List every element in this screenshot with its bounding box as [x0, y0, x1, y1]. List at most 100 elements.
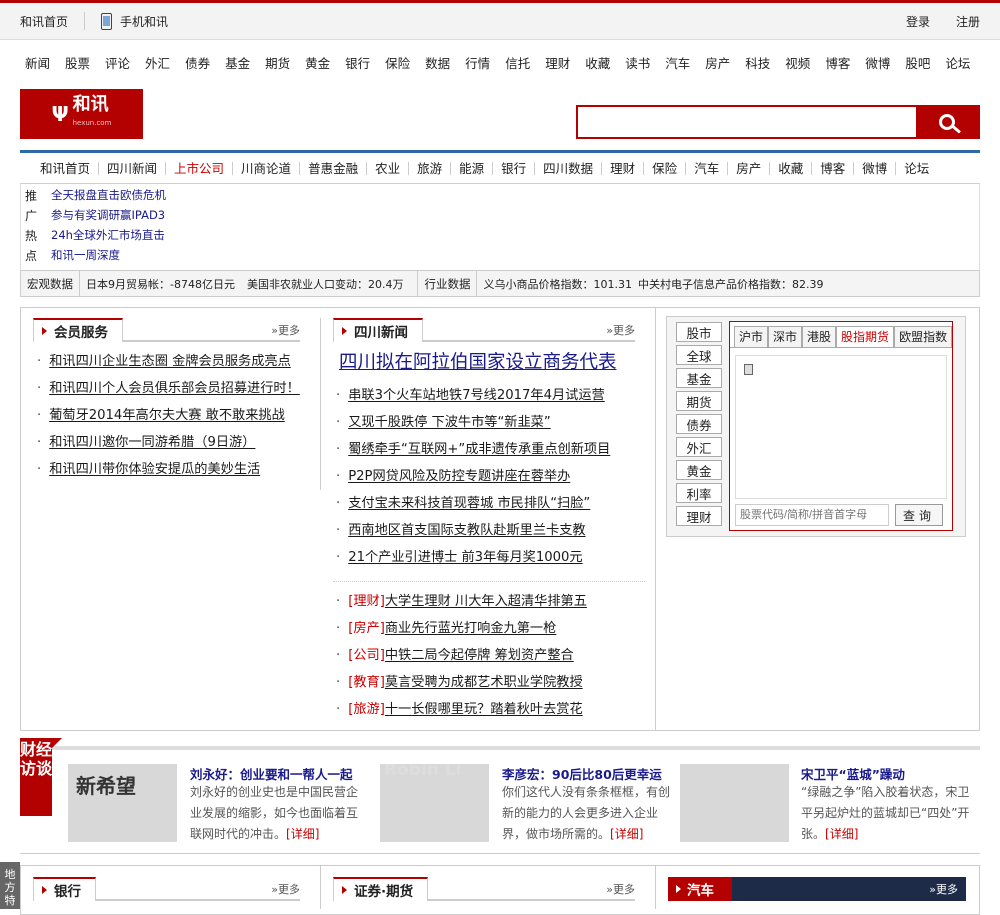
securities-tab[interactable]: 证券·期货: [333, 877, 429, 901]
main-nav-item[interactable]: 数据: [425, 53, 450, 72]
sub-nav-item[interactable]: 博客: [812, 161, 855, 175]
bank-tab[interactable]: 银行: [33, 877, 96, 901]
market-tab[interactable]: 沪市: [734, 326, 769, 347]
news-item[interactable]: 21个产业引进博士 前3年每月奖1000元: [336, 544, 610, 571]
news-item[interactable]: 蜀绣牵手“互联网+”成非遗传承重点创新项目: [336, 436, 610, 463]
main-nav-item[interactable]: 期货: [265, 53, 290, 72]
hexun-logo[interactable]: Ψ 和讯 hexun.com: [20, 89, 143, 139]
auto-tab[interactable]: 汽车: [668, 877, 732, 901]
member-item[interactable]: 和讯四川企业生态圈 金牌会员服务成亮点: [37, 348, 300, 375]
news-title[interactable]: 十一长假哪里玩？踏着秋叶去赏花: [385, 702, 583, 717]
news-headline[interactable]: 四川拟在阿拉伯国家设立商务代表: [339, 348, 617, 374]
main-nav-item[interactable]: 行情: [465, 53, 490, 72]
market-button[interactable]: 理财: [676, 506, 722, 526]
news-title[interactable]: 商业先行蓝光打响金九第一枪: [385, 621, 556, 636]
news-title[interactable]: 大学生理财 川大年入超清华排第五: [385, 594, 587, 609]
sub-nav-item[interactable]: 上市公司: [166, 161, 234, 175]
market-tab[interactable]: 欧盟指数: [894, 326, 953, 347]
stock-query-input[interactable]: [735, 504, 889, 526]
news-item[interactable]: 西南地区首支国际支教队赴斯里兰卡支教: [336, 517, 610, 544]
sub-nav-item[interactable]: 理财: [602, 161, 645, 175]
interview-title[interactable]: 宋卫平“蓝城”躁动: [801, 764, 905, 783]
main-nav-item[interactable]: 股票: [65, 53, 90, 72]
sub-nav-item[interactable]: 旅游: [409, 161, 452, 175]
market-button[interactable]: 期货: [676, 391, 722, 411]
market-button[interactable]: 外汇: [676, 437, 722, 457]
main-nav-item[interactable]: 股吧: [905, 53, 930, 72]
more-link[interactable]: »更多: [271, 322, 300, 338]
sub-nav-item[interactable]: 收藏: [770, 161, 813, 175]
home-link[interactable]: 和讯首页: [20, 13, 68, 30]
sub-nav-item[interactable]: 房产: [728, 161, 771, 175]
promo-item[interactable]: 全天报盘直击欧债危机: [51, 185, 166, 205]
more-link[interactable]: »更多: [606, 881, 635, 897]
main-nav-item[interactable]: 读书: [625, 53, 650, 72]
main-nav-item[interactable]: 论坛: [945, 53, 970, 72]
main-nav-item[interactable]: 黄金: [305, 53, 330, 72]
detail-link[interactable]: [详细]: [286, 827, 319, 841]
main-nav-item[interactable]: 债券: [185, 53, 210, 72]
news-title[interactable]: 中铁二局今起停牌 筹划资产整合: [385, 648, 574, 663]
promo-item[interactable]: 参与有奖调研赢IPAD3: [51, 205, 166, 225]
mobile-link[interactable]: 手机和讯: [120, 13, 168, 30]
promo-item[interactable]: 和讯一周深度: [51, 245, 166, 265]
main-nav-item[interactable]: 微博: [865, 53, 890, 72]
tagged-news-item[interactable]: [公司]中铁二局今起停牌 筹划资产整合: [336, 642, 587, 669]
market-button[interactable]: 全球: [676, 345, 722, 365]
sub-nav-item[interactable]: 保险: [644, 161, 687, 175]
market-tab[interactable]: 股指期货: [836, 326, 895, 347]
news-category[interactable]: [理财]: [348, 588, 385, 615]
sub-nav-item[interactable]: 银行: [493, 161, 536, 175]
interview-title[interactable]: 刘永好：创业要和一帮人一起: [190, 764, 353, 783]
member-item[interactable]: 和讯四川个人会员俱乐部会员招募进行时！: [37, 375, 300, 402]
search-button[interactable]: [916, 107, 978, 137]
sub-nav-item[interactable]: 普惠金融: [300, 161, 368, 175]
sub-nav-item[interactable]: 和讯首页: [20, 161, 100, 175]
interview-photo[interactable]: Robin Li: [380, 764, 489, 842]
market-button[interactable]: 基金: [676, 368, 722, 388]
main-nav-item[interactable]: 汽车: [665, 53, 690, 72]
main-nav-item[interactable]: 外汇: [145, 53, 170, 72]
main-nav-item[interactable]: 博客: [825, 53, 850, 72]
news-category[interactable]: [旅游]: [348, 696, 385, 723]
market-button[interactable]: 股市: [676, 322, 722, 342]
sub-nav-item[interactable]: 四川数据: [535, 161, 603, 175]
main-nav-item[interactable]: 评论: [105, 53, 130, 72]
register-link[interactable]: 注册: [956, 13, 980, 30]
macro-data-item[interactable]: 日本9月贸易帐：-8748亿日元: [80, 276, 241, 292]
member-item[interactable]: 葡萄牙2014年高尔夫大赛 敢不敢来挑战: [37, 402, 300, 429]
sub-nav-item[interactable]: 能源: [451, 161, 494, 175]
detail-link[interactable]: [详细]: [825, 827, 858, 841]
more-link[interactable]: »更多: [271, 881, 300, 897]
industry-data-item[interactable]: 中关村电子信息产品价格指数：82.39: [638, 276, 830, 292]
sub-nav-item[interactable]: 汽车: [686, 161, 729, 175]
news-category[interactable]: [公司]: [348, 642, 385, 669]
main-nav-item[interactable]: 基金: [225, 53, 250, 72]
sub-nav-item[interactable]: 微博: [854, 161, 897, 175]
market-tab[interactable]: 深市: [768, 326, 803, 347]
tagged-news-item[interactable]: [旅游]十一长假哪里玩？踏着秋叶去赏花: [336, 696, 587, 723]
news-item[interactable]: 串联3个火车站地铁7号线2017年4月试运营: [336, 382, 610, 409]
news-item[interactable]: 支付宝未来科技首现蓉城 市民排队“扫脸”: [336, 490, 610, 517]
tagged-news-item[interactable]: [房产]商业先行蓝光打响金九第一枪: [336, 615, 587, 642]
promo-item[interactable]: 24h全球外汇市场直击: [51, 225, 166, 245]
main-nav-item[interactable]: 信托: [505, 53, 530, 72]
main-nav-item[interactable]: 银行: [345, 53, 370, 72]
interview-photo[interactable]: [680, 764, 789, 842]
sub-nav-item[interactable]: 农业: [367, 161, 410, 175]
industry-data-label[interactable]: 行业数据: [418, 271, 478, 296]
market-button[interactable]: 利率: [676, 483, 722, 503]
industry-data-item[interactable]: 义乌小商品价格指数：101.31: [477, 276, 638, 292]
main-nav-item[interactable]: 房产: [705, 53, 730, 72]
sub-nav-item[interactable]: 川商论道: [233, 161, 301, 175]
news-category[interactable]: [房产]: [348, 615, 385, 642]
market-button[interactable]: 债券: [676, 414, 722, 434]
member-item[interactable]: 和讯四川邀你一同游希腊（9日游）: [37, 429, 300, 456]
main-nav-item[interactable]: 理财: [545, 53, 570, 72]
main-nav-item[interactable]: 科技: [745, 53, 770, 72]
query-button[interactable]: 查询: [895, 504, 943, 526]
tagged-news-item[interactable]: [理财]大学生理财 川大年入超清华排第五: [336, 588, 587, 615]
main-nav-item[interactable]: 收藏: [585, 53, 610, 72]
news-category[interactable]: [教育]: [348, 669, 385, 696]
news-item[interactable]: P2P网贷风险及防控专题讲座在蓉举办: [336, 463, 610, 490]
